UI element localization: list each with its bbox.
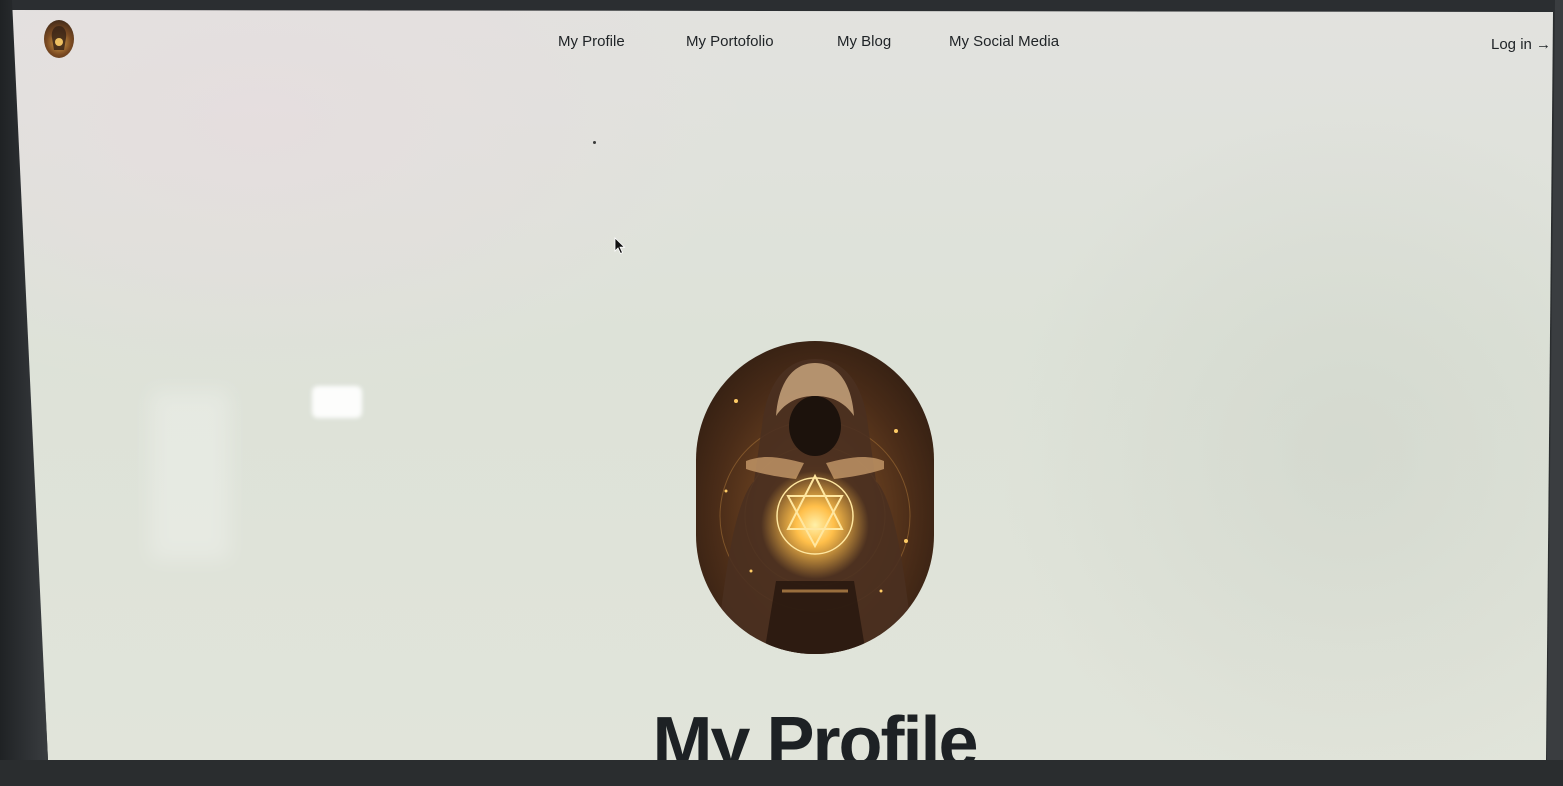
login-link[interactable]: Log in → [1491, 36, 1551, 53]
screen-speck [593, 141, 596, 144]
hooded-figure-illustration [716, 359, 914, 654]
profile-hero-image [696, 341, 934, 654]
page-title: My Profile [652, 703, 978, 784]
nav-link-my-blog[interactable]: My Blog [837, 33, 891, 50]
screen-reflection [150, 390, 230, 560]
nav-link-my-profile[interactable]: My Profile [558, 33, 625, 50]
nav-link-my-social-media[interactable]: My Social Media [949, 33, 1059, 50]
main-navigation: My Profile My Portofolio My Blog My Soci… [10, 33, 1553, 55]
monitor-bezel-top [0, 0, 1563, 12]
browser-viewport: My Profile My Portofolio My Blog My Soci… [10, 10, 1553, 760]
mouse-pointer-icon [614, 237, 626, 255]
screen-glare [312, 386, 362, 418]
nav-link-my-portofolio[interactable]: My Portofolio [686, 33, 774, 50]
